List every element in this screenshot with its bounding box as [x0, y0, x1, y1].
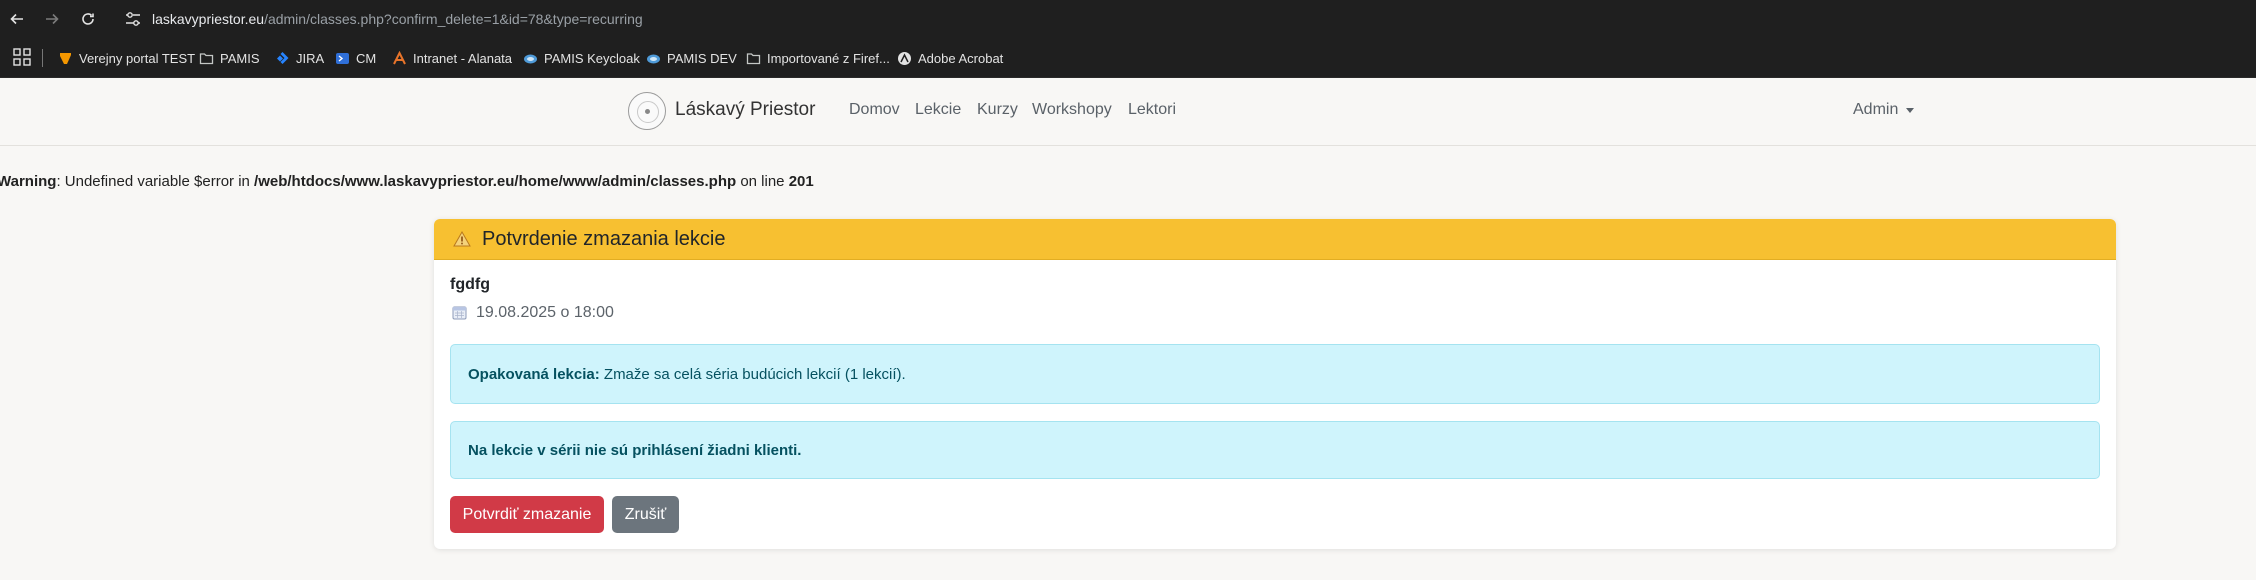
php-warning: Warning: Undefined variable $error in /w…: [0, 173, 814, 190]
admin-label: Admin: [1853, 101, 1899, 118]
lesson-name: fgdfg: [450, 276, 490, 293]
bookmark-importovane[interactable]: Importované z Firef...: [746, 48, 890, 68]
bookmark-pamis[interactable]: PAMIS: [199, 48, 260, 68]
bookmark-cm[interactable]: CM: [335, 48, 376, 68]
bookmark-label: Intranet - Alanata: [413, 50, 513, 66]
calendar-icon: [452, 306, 467, 320]
back-button[interactable]: [4, 6, 30, 32]
bookmark-verejny-portal[interactable]: Verejny portal TEST: [58, 48, 195, 68]
folder-icon: [746, 52, 761, 64]
bookmark-label: JIRA: [296, 50, 325, 66]
reload-button[interactable]: [75, 6, 101, 32]
jira-icon: [277, 51, 289, 64]
caret-down-icon: [1906, 107, 1915, 113]
warning-label: Warning: [0, 173, 57, 190]
bookmark-jira[interactable]: JIRA: [275, 48, 324, 68]
no-clients-alert: Na lekcie v sérii nie sú prihlásení žiad…: [450, 421, 2100, 479]
bookmark-label: PAMIS: [220, 50, 260, 66]
bookmarks-bar: Verejny portal TEST PAMIS JIRA CM Intran…: [0, 38, 2256, 78]
brand-name[interactable]: Láskavý Priestor: [675, 99, 815, 121]
nav-link-lektori[interactable]: Lektori: [1128, 101, 1176, 119]
no-clients-text: Na lekcie v sérii nie sú prihlásení žiad…: [468, 441, 802, 459]
bookmark-intranet-alanata[interactable]: Intranet - Alanata: [392, 48, 512, 68]
apps-grid-icon[interactable]: [13, 48, 31, 66]
bookmarks-separator: [42, 49, 43, 67]
brand-logo[interactable]: [628, 92, 666, 130]
nav-link-lekcie[interactable]: Lekcie: [915, 101, 961, 119]
browser-toolbar: laskavypriestor.eu/admin/classes.php?con…: [0, 0, 2256, 38]
forward-button[interactable]: [39, 6, 65, 32]
recurring-label: Opakovaná lekcia:: [468, 365, 600, 383]
reload-icon: [82, 13, 94, 25]
cloud-icon: [647, 54, 660, 63]
warning-path: /web/htdocs/www.laskavypriestor.eu/home/…: [254, 173, 737, 190]
cancel-button[interactable]: Zrušiť: [612, 496, 679, 533]
nav-link-workshopy[interactable]: Workshopy: [1032, 101, 1112, 119]
bookmark-label: PAMIS DEV: [667, 50, 737, 66]
card-header: Potvrdenie zmazania lekcie: [434, 219, 2116, 260]
folder-icon: [199, 52, 214, 64]
bookmark-pamis-keycloak[interactable]: PAMIS Keycloak: [523, 48, 640, 68]
cm-icon: [336, 52, 349, 64]
confirm-delete-button[interactable]: Potvrdiť zmazanie: [450, 496, 604, 533]
site-navbar: Láskavý Priestor Domov Lekcie Kurzy Work…: [0, 78, 2256, 146]
site-info-icon[interactable]: [124, 10, 142, 28]
warning-on-line: on line: [736, 173, 789, 190]
arrow-right-icon: [46, 13, 59, 25]
card-title: Potvrdenie zmazania lekcie: [482, 228, 726, 250]
bookmark-label: CM: [356, 50, 377, 66]
nav-link-domov[interactable]: Domov: [849, 101, 900, 119]
cloud-icon: [524, 54, 537, 63]
url-text[interactable]: laskavypriestor.eu/admin/classes.php?con…: [152, 11, 643, 27]
lesson-date: 19.08.2025 o 18:00: [476, 304, 614, 321]
warning-triangle-icon: [453, 231, 471, 247]
alanata-icon: [393, 50, 406, 64]
acrobat-icon: [898, 51, 911, 65]
bookmark-label: Verejny portal TEST: [79, 50, 196, 66]
arrow-left-icon: [10, 13, 23, 25]
bookmark-label: Adobe Acrobat: [918, 50, 1004, 66]
url-path: /admin/classes.php?confirm_delete=1&id=7…: [264, 11, 643, 27]
nav-link-kurzy[interactable]: Kurzy: [977, 101, 1018, 119]
warning-line-number: 201: [788, 173, 814, 190]
bookmark-label: Importované z Firef...: [767, 50, 890, 66]
recurring-alert: Opakovaná lekcia: Zmaže sa celá séria bu…: [450, 344, 2100, 404]
url-host: laskavypriestor.eu: [152, 11, 265, 27]
bookmark-adobe-acrobat[interactable]: Adobe Acrobat: [897, 48, 1003, 68]
warning-message: : Undefined variable $error in: [56, 173, 255, 190]
bookmark-pamis-dev[interactable]: PAMIS DEV: [646, 48, 737, 68]
admin-dropdown[interactable]: Admin: [1853, 101, 1915, 119]
recurring-text: Zmaže sa celá séria budúcich lekcií (1 l…: [599, 365, 906, 383]
delete-confirmation-card: Potvrdenie zmazania lekcie fgdfg 19.08.2…: [434, 219, 2116, 549]
bookmark-label: PAMIS Keycloak: [544, 50, 640, 66]
typo3-icon: [60, 52, 71, 64]
